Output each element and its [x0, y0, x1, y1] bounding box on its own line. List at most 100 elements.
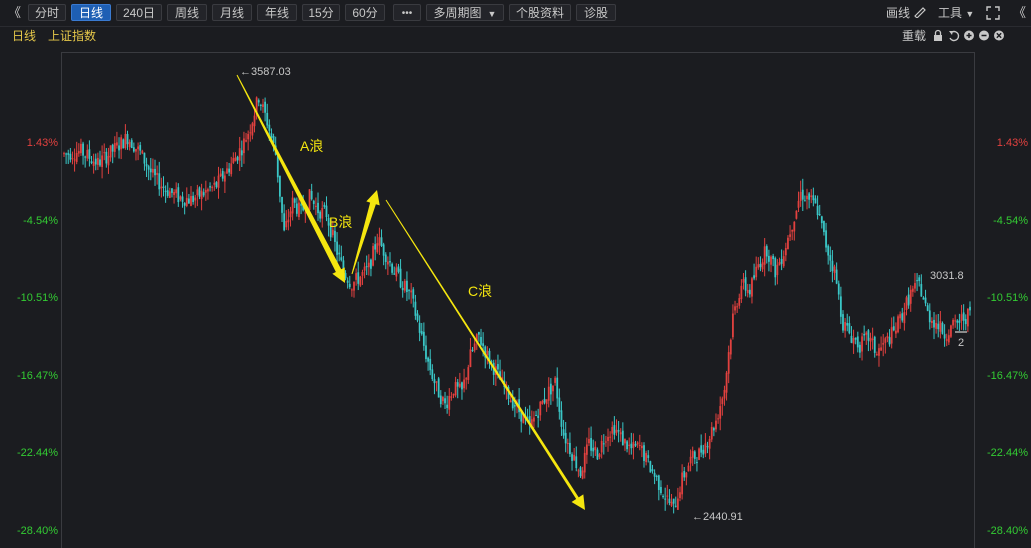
candle-body — [192, 195, 195, 202]
candle-body — [160, 186, 163, 189]
candle-body — [772, 255, 775, 260]
candle-body — [594, 446, 597, 451]
candle-body — [171, 188, 173, 193]
last-price-marker — [955, 331, 967, 333]
candle-body — [367, 262, 370, 268]
candle-body — [185, 197, 188, 206]
candle-body — [768, 255, 770, 262]
candle-body — [615, 429, 618, 433]
candle-body — [226, 168, 228, 174]
candle-body — [295, 203, 298, 214]
candle-body — [283, 213, 286, 231]
candle-body — [164, 190, 167, 192]
last-price-label: 3031.8 — [930, 270, 964, 282]
candle-body — [323, 204, 326, 207]
candle-body — [317, 202, 319, 214]
candle-body — [539, 401, 542, 416]
candle-body — [710, 426, 713, 440]
candle-body — [558, 397, 561, 412]
candle-body — [448, 395, 451, 410]
candle-body — [473, 343, 476, 351]
candle-body — [325, 205, 328, 218]
candle-body — [429, 358, 432, 371]
candle-body — [575, 456, 578, 469]
candle-body — [535, 414, 537, 416]
candle-body — [338, 252, 341, 255]
candle-body — [99, 159, 101, 166]
candle-body — [422, 331, 425, 346]
candle-body — [238, 148, 241, 161]
candle-body — [583, 452, 586, 473]
candle-body — [425, 345, 427, 360]
candle-body — [145, 164, 148, 167]
candle-body — [962, 312, 965, 321]
candle-body — [676, 498, 679, 510]
candle-body — [361, 271, 364, 276]
candle-body — [937, 323, 940, 330]
candle-body — [770, 256, 772, 265]
candle-body — [194, 197, 197, 201]
candle-body — [914, 283, 916, 289]
candle-body — [605, 441, 607, 443]
candle-body — [865, 332, 868, 335]
candle-body — [420, 331, 423, 335]
candlestick-chart: ←3587.03 ←2440.91 3031.8 2 A浪 B浪 C浪 — [63, 66, 971, 523]
candle-body — [966, 308, 969, 327]
candle-body — [350, 289, 353, 291]
candle-body — [257, 100, 260, 103]
candle-body — [287, 219, 290, 223]
candle-body — [651, 469, 654, 472]
candle-body — [143, 152, 146, 164]
candle-body — [759, 263, 762, 268]
candle-body — [554, 377, 557, 383]
candle-body — [363, 266, 366, 271]
candle-body — [789, 234, 791, 237]
candle-body — [706, 446, 709, 448]
candle-body — [829, 255, 832, 261]
candle-body — [683, 471, 686, 478]
candle-body — [465, 378, 468, 380]
candle-body — [892, 326, 895, 331]
candle-body — [647, 455, 650, 458]
candle-body — [120, 137, 123, 150]
candle-body — [251, 123, 254, 136]
wave-c-arrow — [385, 199, 585, 510]
candle-body — [723, 389, 726, 399]
candle-body — [793, 221, 796, 232]
candle-body — [147, 166, 150, 170]
candle-body — [844, 322, 847, 331]
candle-body — [433, 379, 436, 384]
candle-body — [780, 258, 783, 264]
candle-body — [564, 432, 567, 444]
candle-body — [450, 396, 453, 398]
candle-body — [196, 189, 199, 196]
candle-body — [761, 262, 764, 270]
candle-body — [408, 290, 410, 292]
candle-body — [579, 467, 582, 477]
high-price-label: ←3587.03 — [240, 66, 291, 78]
candle-body — [835, 269, 838, 284]
candle-body — [471, 349, 474, 351]
candle-body — [863, 333, 866, 336]
candle-body — [920, 284, 923, 297]
candle-body — [69, 153, 72, 160]
candle-body — [533, 417, 535, 422]
candle-body — [611, 427, 614, 434]
candle-body — [685, 472, 688, 478]
candle-body — [357, 272, 360, 284]
candle-body — [458, 383, 461, 387]
candle-body — [202, 192, 205, 196]
candle-body — [88, 149, 91, 159]
candle-body — [158, 173, 161, 190]
candle-body — [461, 382, 463, 390]
candle-body — [787, 237, 789, 250]
candle-body — [442, 396, 444, 402]
candle-body — [217, 175, 220, 188]
candle-body — [850, 335, 853, 343]
candle-body — [431, 369, 434, 380]
candle-body — [259, 104, 262, 106]
candle-body — [784, 247, 787, 256]
candle-body — [799, 191, 802, 201]
candle-body — [638, 445, 641, 447]
candle-body — [664, 498, 667, 500]
